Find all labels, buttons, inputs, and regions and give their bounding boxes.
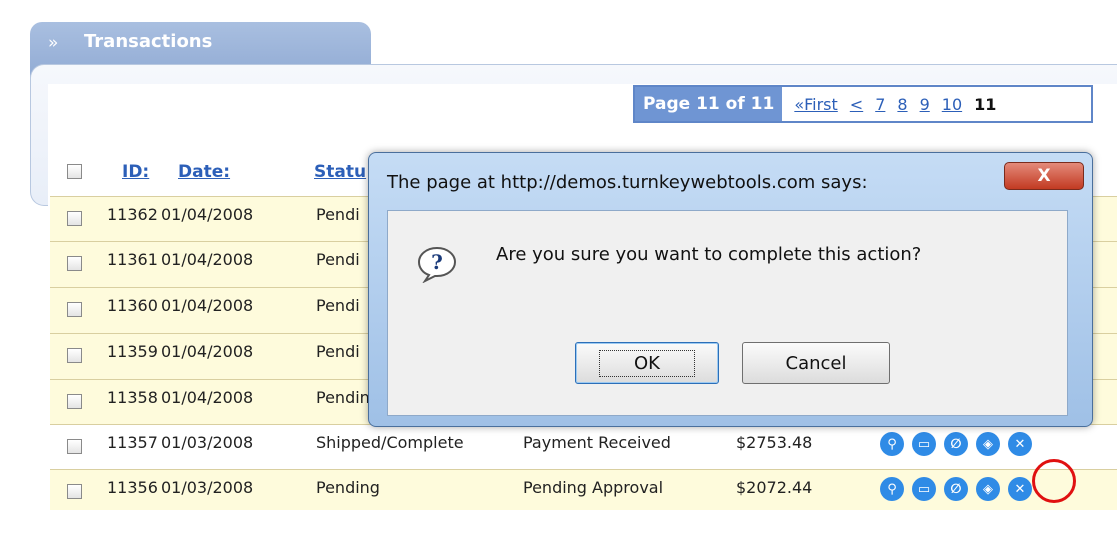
row-checkbox[interactable] bbox=[67, 484, 82, 499]
row-date: 01/04/2008 bbox=[161, 296, 254, 315]
close-icon: X bbox=[1037, 166, 1051, 186]
print-icon[interactable]: ▭ bbox=[912, 477, 936, 501]
row-date: 01/04/2008 bbox=[161, 250, 254, 269]
date-column-header[interactable]: Date: bbox=[178, 162, 230, 182]
status-column-header[interactable]: Statu bbox=[314, 162, 366, 182]
id-column-header[interactable]: ID: bbox=[122, 162, 149, 182]
page-indicator: Page 11 of 11 bbox=[635, 87, 783, 121]
row-checkbox[interactable] bbox=[67, 348, 82, 363]
row-id: 11360 bbox=[107, 296, 158, 315]
row-id: 11361 bbox=[107, 250, 158, 269]
page-link-7[interactable]: 7 bbox=[875, 95, 885, 114]
row-payment: Payment Received bbox=[523, 433, 671, 452]
row-id: 11357 bbox=[107, 433, 158, 452]
panel-title: Transactions bbox=[84, 31, 213, 52]
prev-page-link[interactable]: < bbox=[850, 95, 863, 114]
row-id: 11358 bbox=[107, 388, 158, 407]
row-date: 01/04/2008 bbox=[161, 342, 254, 361]
row-status: Pendi bbox=[316, 205, 360, 224]
table-row: 11356 01/03/2008 Pending Pending Approval $2… bbox=[50, 469, 1117, 510]
print-icon[interactable]: ▭ bbox=[912, 432, 936, 456]
row-checkbox[interactable] bbox=[67, 439, 82, 454]
dialog-message: Are you sure you want to complete this a… bbox=[496, 244, 922, 265]
confirm-dialog: The page at http://demos.turnkeywebtools… bbox=[368, 152, 1093, 427]
row-checkbox[interactable] bbox=[67, 211, 82, 226]
row-status: Pendi bbox=[316, 296, 360, 315]
row-date: 01/03/2008 bbox=[161, 478, 254, 497]
row-date: 01/04/2008 bbox=[161, 388, 254, 407]
row-date: 01/03/2008 bbox=[161, 433, 254, 452]
current-page: 11 bbox=[974, 94, 997, 114]
page-link-10[interactable]: 10 bbox=[942, 95, 962, 114]
cancel-icon[interactable]: ✕ bbox=[1008, 432, 1032, 456]
row-status: Shipped/Complete bbox=[316, 433, 464, 452]
question-icon: ? bbox=[417, 246, 457, 283]
dialog-title: The page at http://demos.turnkeywebtools… bbox=[387, 172, 868, 193]
cancel-icon[interactable]: ✕ bbox=[1008, 477, 1032, 501]
row-status: Pendi bbox=[316, 250, 360, 269]
dialog-body: ? Are you sure you want to complete this… bbox=[387, 210, 1068, 416]
double-chevron-icon: » bbox=[48, 33, 59, 53]
search-icon[interactable]: ⚲ bbox=[880, 432, 904, 456]
cancel-button[interactable]: Cancel bbox=[742, 342, 890, 384]
row-date: 01/04/2008 bbox=[161, 205, 254, 224]
row-status: Pending bbox=[316, 478, 380, 497]
close-button[interactable]: X bbox=[1004, 162, 1084, 190]
row-checkbox[interactable] bbox=[67, 302, 82, 317]
ok-button[interactable]: OK bbox=[575, 342, 719, 384]
page-link-8[interactable]: 8 bbox=[897, 95, 907, 114]
row-status: Pendi bbox=[316, 342, 360, 361]
tag-icon[interactable]: ◈ bbox=[976, 477, 1000, 501]
page-link-9[interactable]: 9 bbox=[920, 95, 930, 114]
table-row: 11357 01/03/2008 Shipped/Complete Payment R… bbox=[50, 424, 1117, 470]
ok-button-label: OK bbox=[599, 349, 695, 377]
tag-icon[interactable]: ◈ bbox=[976, 432, 1000, 456]
attach-icon[interactable]: ∅ bbox=[944, 432, 968, 456]
row-checkbox[interactable] bbox=[67, 256, 82, 271]
row-id: 11359 bbox=[107, 342, 158, 361]
select-all-checkbox[interactable] bbox=[67, 164, 82, 179]
row-payment: Pending Approval bbox=[523, 478, 664, 497]
pager: Page 11 of 11 «First < 7 8 9 10 11 bbox=[633, 85, 1093, 123]
attach-icon[interactable]: ∅ bbox=[944, 477, 968, 501]
svg-text:?: ? bbox=[431, 250, 443, 274]
row-checkbox[interactable] bbox=[67, 394, 82, 409]
cancel-highlight-circle bbox=[1032, 459, 1076, 503]
search-icon[interactable]: ⚲ bbox=[880, 477, 904, 501]
row-amount: $2072.44 bbox=[736, 478, 813, 497]
row-id: 11356 bbox=[107, 478, 158, 497]
first-page-link[interactable]: «First bbox=[794, 95, 837, 114]
row-id: 11362 bbox=[107, 205, 158, 224]
row-amount: $2753.48 bbox=[736, 433, 813, 452]
